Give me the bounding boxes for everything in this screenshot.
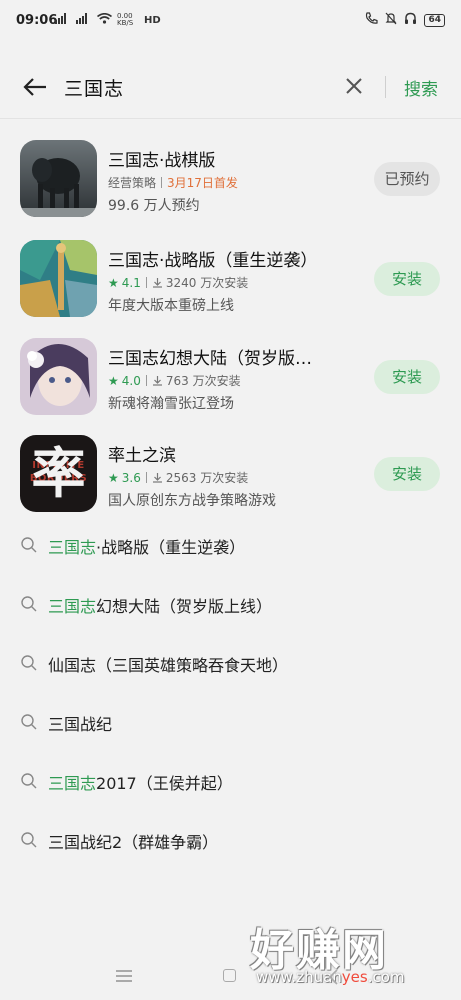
search-icon xyxy=(21,773,37,789)
suggestion-item[interactable]: 三国志·战略版（重生逆袭） xyxy=(0,526,461,566)
app-rating: 4.0 xyxy=(121,373,141,388)
app-downloads: 2563 万次安装 xyxy=(165,471,249,485)
signal-icon xyxy=(55,13,71,27)
clear-button[interactable] xyxy=(342,74,366,98)
status-bar: 09:06 0.00 KB/S HD 64 xyxy=(0,0,461,40)
search-icon xyxy=(21,832,37,848)
app-downloads: 763 万次安装 xyxy=(165,374,241,388)
search-icon xyxy=(21,537,37,553)
signal-2-icon xyxy=(76,13,92,27)
star-icon: ★ xyxy=(108,373,119,388)
navigation-bar xyxy=(0,958,461,998)
wifi-icon xyxy=(97,12,112,27)
net-speed: 0.00 KB/S xyxy=(117,12,134,27)
search-input[interactable]: 三国志 xyxy=(64,74,124,101)
app-desc: 年度大版本重磅上线 xyxy=(108,298,234,314)
search-bar: 三国志 搜索 xyxy=(0,58,461,116)
clear-icon xyxy=(346,78,362,94)
app-rating: 3.6 xyxy=(121,470,141,485)
search-divider xyxy=(385,76,386,98)
search-icon xyxy=(21,714,37,730)
mute-icon xyxy=(385,12,397,28)
suggestion-text: 三国志2017（王侯并起） xyxy=(48,774,233,793)
install-button[interactable]: 安装 xyxy=(374,360,440,394)
app-icon-borders: INFINITE BORDERS 率 xyxy=(20,435,97,512)
home-icon[interactable] xyxy=(223,969,236,982)
app-meta: ★ 3.6 2563 万次安装 xyxy=(108,469,248,486)
install-button[interactable]: 安装 xyxy=(374,262,440,296)
headphones-icon xyxy=(404,12,417,28)
suggestion-item[interactable]: 三国志幻想大陆（贺岁版上线） xyxy=(0,585,461,625)
app-name: 三国志·战棋版 xyxy=(108,151,216,171)
star-icon: ★ xyxy=(108,275,119,290)
app-name: 率土之滨 xyxy=(108,446,176,466)
app-name: 三国志·战略版（重生逆袭） xyxy=(108,251,318,271)
suggestion-item[interactable]: 三国战纪 xyxy=(0,703,461,743)
app-item[interactable]: 三国志·战棋版 经营策略 3月17日首发 99.6 万人预约 已预约 xyxy=(0,140,461,230)
back-arrow-icon xyxy=(23,78,46,96)
suggestion-item[interactable]: 三国志2017（王侯并起） xyxy=(0,762,461,802)
app-desc: 99.6 万人预约 xyxy=(108,198,200,214)
app-meta: 经营策略 3月17日首发 xyxy=(108,174,238,191)
search-icon xyxy=(21,655,37,671)
app-icon-fantasy xyxy=(20,338,97,415)
status-right-icons: 64 xyxy=(365,12,445,28)
back-button[interactable] xyxy=(20,72,50,102)
battery-icon: 64 xyxy=(424,13,445,27)
app-meta: ★ 4.0 763 万次安装 xyxy=(108,372,241,389)
app-item[interactable]: 三国志·战略版（重生逆袭） ★ 4.1 3240 万次安装 年度大版本重磅上线 … xyxy=(0,240,461,330)
app-desc: 新魂将瀚雪张辽登场 xyxy=(108,396,234,412)
suggestion-item[interactable]: 仙国志（三国英雄策略吞食天地） xyxy=(0,644,461,684)
suggestion-text: 三国志·战略版（重生逆袭） xyxy=(48,538,246,557)
download-icon xyxy=(152,376,162,386)
app-icon-glyph: 率 xyxy=(31,442,86,505)
call-icon xyxy=(365,12,379,28)
install-button[interactable]: 安装 xyxy=(374,457,440,491)
app-item[interactable]: INFINITE BORDERS 率 率土之滨 ★ 3.6 2563 万次安装 … xyxy=(0,435,461,525)
suggestion-text: 三国战纪 xyxy=(48,715,113,734)
suggestion-item[interactable]: 三国战纪2（群雄争霸） xyxy=(0,821,461,861)
app-category: 经营策略 xyxy=(108,176,157,190)
suggestion-text: 三国志幻想大陆（贺岁版上线） xyxy=(48,597,273,616)
app-name: 三国志幻想大陆（贺岁版… xyxy=(108,349,312,369)
app-rating: 4.1 xyxy=(121,275,141,290)
search-button[interactable]: 搜索 xyxy=(404,75,438,100)
star-icon: ★ xyxy=(108,470,119,485)
app-release-date: 3月17日首发 xyxy=(167,176,238,190)
hd-label: HD xyxy=(144,14,161,26)
app-downloads: 3240 万次安装 xyxy=(165,276,249,290)
status-left-icons: 0.00 KB/S HD xyxy=(55,13,161,27)
app-icon-strategy xyxy=(20,240,97,317)
menu-icon[interactable] xyxy=(116,970,132,982)
suggestion-text: 三国战纪2（群雄争霸） xyxy=(48,833,219,852)
app-item[interactable]: 三国志幻想大陆（贺岁版… ★ 4.0 763 万次安装 新魂将瀚雪张辽登场 安装 xyxy=(0,338,461,428)
app-icon-elephant xyxy=(20,140,97,217)
download-icon xyxy=(152,278,162,288)
status-time: 09:06 xyxy=(16,13,58,28)
download-icon xyxy=(152,473,162,483)
app-meta: ★ 4.1 3240 万次安装 xyxy=(108,274,248,291)
reserved-button[interactable]: 已预约 xyxy=(374,162,440,196)
app-desc: 国人原创东方战争策略游戏 xyxy=(108,493,276,509)
suggestion-text: 仙国志（三国英雄策略吞食天地） xyxy=(48,656,289,675)
header-divider xyxy=(0,118,461,119)
back-nav-icon[interactable] xyxy=(325,968,343,986)
search-icon xyxy=(21,596,37,612)
